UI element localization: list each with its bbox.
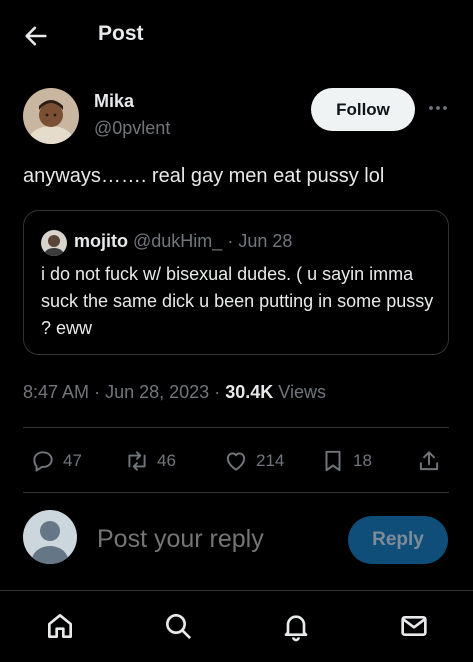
quote-avatar-image — [41, 230, 67, 256]
repost-count: 46 — [157, 451, 176, 470]
search-icon — [166, 614, 191, 639]
bookmark-action[interactable]: 18 — [320, 446, 372, 476]
nav-home[interactable] — [44, 610, 76, 642]
bookmark-count: 18 — [353, 451, 372, 470]
meta-separator: · — [94, 382, 101, 402]
reply-input[interactable] — [97, 525, 332, 554]
nav-search[interactable] — [162, 610, 194, 642]
share-icon — [419, 451, 439, 471]
follow-button[interactable]: Follow — [311, 88, 415, 131]
notifications-icon — [284, 615, 308, 642]
meta-separator: · — [214, 382, 221, 402]
avatar-image — [23, 88, 79, 144]
reply-button[interactable]: Reply — [348, 516, 448, 564]
post-time: 8:47 AM — [23, 382, 90, 402]
author-name[interactable]: Mika — [94, 91, 134, 112]
bottom-nav — [0, 590, 473, 662]
page-title: Post — [98, 22, 144, 45]
reply-action[interactable]: 47 — [30, 446, 82, 476]
nav-messages[interactable] — [398, 610, 430, 642]
my-avatar — [23, 510, 77, 564]
quote-avatar — [41, 230, 67, 256]
arrow-left-icon — [25, 26, 47, 46]
author-avatar[interactable] — [23, 88, 79, 144]
more-options-button[interactable] — [426, 96, 450, 120]
like-action[interactable]: 214 — [223, 446, 284, 476]
repost-action[interactable]: 46 — [124, 446, 176, 476]
default-avatar-icon — [23, 510, 77, 564]
home-icon — [48, 614, 72, 638]
more-icon — [429, 106, 447, 110]
reply-count: 47 — [63, 451, 82, 470]
back-button[interactable] — [22, 22, 50, 50]
heart-icon — [226, 452, 246, 471]
quote-separator: · — [227, 231, 234, 251]
messages-icon — [401, 616, 427, 636]
quote-text: i do not fuck w/ bisexual dudes. ( u say… — [41, 264, 434, 338]
views-count: 30.4K — [225, 382, 274, 402]
quote-meta: mojito @dukHim_ · Jun 28 — [74, 231, 292, 252]
reply-icon — [33, 451, 53, 472]
header: Post — [0, 0, 473, 70]
author-handle[interactable]: @0pvlent — [94, 118, 170, 139]
divider — [23, 427, 449, 428]
repost-icon — [128, 451, 146, 471]
like-count: 214 — [256, 451, 285, 470]
quote-author-handle: @dukHim_ — [133, 231, 223, 251]
quote-date: Jun 28 — [238, 231, 293, 251]
divider — [23, 492, 449, 493]
views-label: Views — [278, 382, 326, 402]
quote-author-name: mojito — [74, 231, 128, 251]
share-action[interactable] — [416, 446, 449, 476]
post-text: anyways……. real gay men eat pussy lol — [23, 165, 385, 187]
post-date: Jun 28, 2023 — [105, 382, 210, 402]
quoted-post[interactable]: mojito @dukHim_ · Jun 28 i do not fuck w… — [23, 210, 449, 355]
post-meta: 8:47 AM · Jun 28, 2023 · 30.4K Views — [23, 382, 326, 403]
bookmark-icon — [325, 450, 341, 472]
nav-notifications[interactable] — [280, 610, 312, 642]
